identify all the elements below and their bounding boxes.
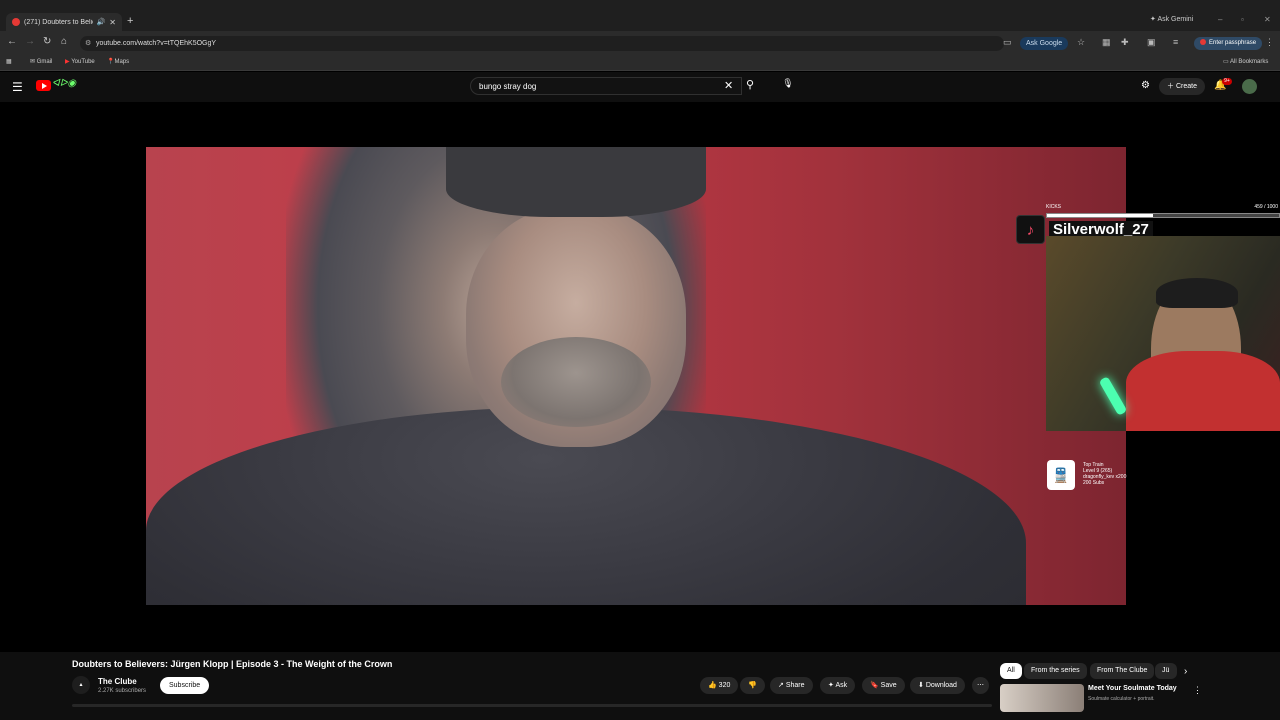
youtube-logo-icon[interactable] xyxy=(36,80,51,91)
speaker-icon[interactable]: 🔊 xyxy=(97,18,106,26)
maximize-icon[interactable]: ▫ xyxy=(1241,15,1244,24)
search-icon[interactable]: ⚲ xyxy=(746,78,754,91)
bookmark-label: YouTube xyxy=(71,59,95,65)
webcam-light xyxy=(1098,376,1128,416)
recommended-subtitle: Soulmate calculator + portrait. xyxy=(1088,696,1155,702)
train-icon: 🚆 xyxy=(1047,460,1075,490)
bookmarks-bar xyxy=(0,55,1280,71)
bookmark-label: Maps xyxy=(114,59,130,65)
bookmark-gmail[interactable]: ✉ Gmail xyxy=(30,58,52,65)
ask-button[interactable]: ✦ Ask xyxy=(820,677,856,694)
subscribe-button[interactable]: Subscribe xyxy=(160,677,210,694)
close-window-icon[interactable]: ✕ xyxy=(1264,15,1271,24)
account-avatar[interactable] xyxy=(1242,79,1257,94)
all-bookmarks-label: All Bookmarks xyxy=(1230,59,1269,65)
dislike-button[interactable]: 👎 xyxy=(740,677,765,694)
chevron-right-icon[interactable]: › xyxy=(1184,666,1187,677)
webcam-hat xyxy=(1156,278,1238,308)
url-text: youtube.com/watch?v=tTQEhK5OGgY xyxy=(96,40,217,47)
browser-tab[interactable]: (271) Doubters to Believers: ... 🔊 ✕ xyxy=(6,13,122,31)
puzzle-icon[interactable]: ✚ xyxy=(1121,37,1129,48)
ask-label: Ask xyxy=(835,682,848,689)
like-button[interactable]: 👍 320 xyxy=(700,677,739,694)
menu-kebab-icon[interactable]: ⋮ xyxy=(1265,37,1274,48)
channel-name[interactable]: The Clube xyxy=(98,677,137,686)
bookmark-maps[interactable]: 📍Maps xyxy=(107,58,129,65)
reload-icon[interactable]: ↻ xyxy=(43,36,51,47)
download-label: Download xyxy=(925,682,957,689)
bookmark-star-icon[interactable]: ☆ xyxy=(1077,37,1085,48)
channel-avatar[interactable]: ▴ xyxy=(72,676,90,694)
install-icon[interactable]: ▭ xyxy=(1003,37,1012,48)
close-tab-icon[interactable]: ✕ xyxy=(109,18,116,27)
split-view-icon[interactable]: ▣ xyxy=(1147,37,1156,48)
video-frame-cap xyxy=(446,147,706,217)
recommended-thumbnail[interactable] xyxy=(1000,684,1084,712)
address-bar[interactable]: ⚙ youtube.com/watch?v=tTQEhK5OGgY xyxy=(80,36,1004,51)
kicks-count: 459 / 1000 xyxy=(1254,204,1278,210)
save-button[interactable]: 🔖 Save xyxy=(862,677,905,694)
recommended-more-icon[interactable]: ⋮ xyxy=(1193,685,1202,696)
train-text: Top Train Level 9 (265) dragonfly_kev x2… xyxy=(1083,462,1126,486)
kicks-label: KICKS xyxy=(1046,204,1062,210)
notification-count-badge: 9+ xyxy=(1222,78,1232,85)
youtube-favicon-icon xyxy=(12,18,20,26)
back-icon[interactable]: ← xyxy=(7,36,17,47)
kicks-goal-widget: KICKS 459 / 1000 xyxy=(1046,204,1280,218)
share-button[interactable]: ↗ Share xyxy=(770,677,813,694)
browser-tab-strip xyxy=(0,0,1280,31)
ask-google-button[interactable]: Ask Google xyxy=(1020,37,1069,50)
save-label: Save xyxy=(880,682,897,689)
new-tab-button[interactable]: + xyxy=(127,15,133,27)
ask-gemini-button[interactable]: ✦ Ask Gemini xyxy=(1150,15,1193,23)
voice-search-icon[interactable]: 🎙 xyxy=(781,78,795,92)
extension-icon[interactable]: ▦ xyxy=(1102,37,1111,48)
passphrase-label: Enter passphrase xyxy=(1209,40,1257,46)
profile-dot-icon xyxy=(1200,39,1206,46)
chip-partial[interactable]: Jü xyxy=(1155,663,1177,679)
create-button[interactable]: ＋ Create xyxy=(1159,78,1205,95)
chip-from-channel[interactable]: From The Clube xyxy=(1090,663,1155,679)
tab-title: (271) Doubters to Believers: ... xyxy=(24,18,93,26)
like-count: 320 xyxy=(718,682,731,689)
hamburger-menu-icon[interactable]: ☰ xyxy=(12,80,23,94)
bookmark-label: Gmail xyxy=(36,59,53,65)
search-input[interactable]: bungo stray dog xyxy=(470,77,742,95)
channel-subscribers: 2.27K subscribers xyxy=(98,688,147,694)
create-label: Create xyxy=(1175,83,1197,90)
tiktok-logo-icon: ♪ xyxy=(1016,215,1045,244)
minimize-icon[interactable]: – xyxy=(1218,15,1222,24)
chip-from-series[interactable]: From the series xyxy=(1024,663,1087,679)
all-bookmarks[interactable]: ▭ All Bookmarks xyxy=(1223,58,1268,65)
home-icon[interactable]: ⌂ xyxy=(61,36,67,47)
clear-search-icon[interactable]: ✕ xyxy=(724,79,733,92)
bookmark-youtube[interactable]: ▶ YouTube xyxy=(65,58,95,65)
ask-gemini-label: Ask Gemini xyxy=(1157,16,1194,23)
cast-icon[interactable]: ⚙ xyxy=(1141,80,1150,91)
webcam-overlay xyxy=(1046,236,1280,431)
site-info-icon[interactable]: ⚙ xyxy=(85,36,91,51)
more-icon: ⋯ xyxy=(977,682,984,689)
train-line: 200 Subs xyxy=(1083,480,1105,486)
apps-grid-icon[interactable]: ▦ xyxy=(6,58,12,65)
video-title: Doubters to Believers: Jürgen Klopp | Ep… xyxy=(72,659,393,669)
ask-google-label: Ask Google xyxy=(1026,40,1063,47)
dislike-icon: 👎 xyxy=(748,682,757,689)
more-actions-button[interactable]: ⋯ xyxy=(972,677,989,694)
chip-all[interactable]: All xyxy=(1000,663,1022,679)
forward-icon[interactable]: → xyxy=(25,36,35,47)
media-icon[interactable]: ≡ xyxy=(1173,37,1178,47)
youtube-doodle[interactable]: ᐊᐅ◉ xyxy=(52,78,82,94)
share-label: Share xyxy=(785,682,805,689)
passphrase-button[interactable]: Enter passphrase xyxy=(1194,37,1263,50)
download-button[interactable]: ⬇ Download xyxy=(910,677,965,694)
recommended-title[interactable]: Meet Your Soulmate Today xyxy=(1088,685,1177,692)
video-frame-beard xyxy=(501,337,651,427)
description-divider xyxy=(72,704,992,707)
video-player[interactable] xyxy=(146,147,1126,605)
webcam-hoodie xyxy=(1126,351,1280,431)
